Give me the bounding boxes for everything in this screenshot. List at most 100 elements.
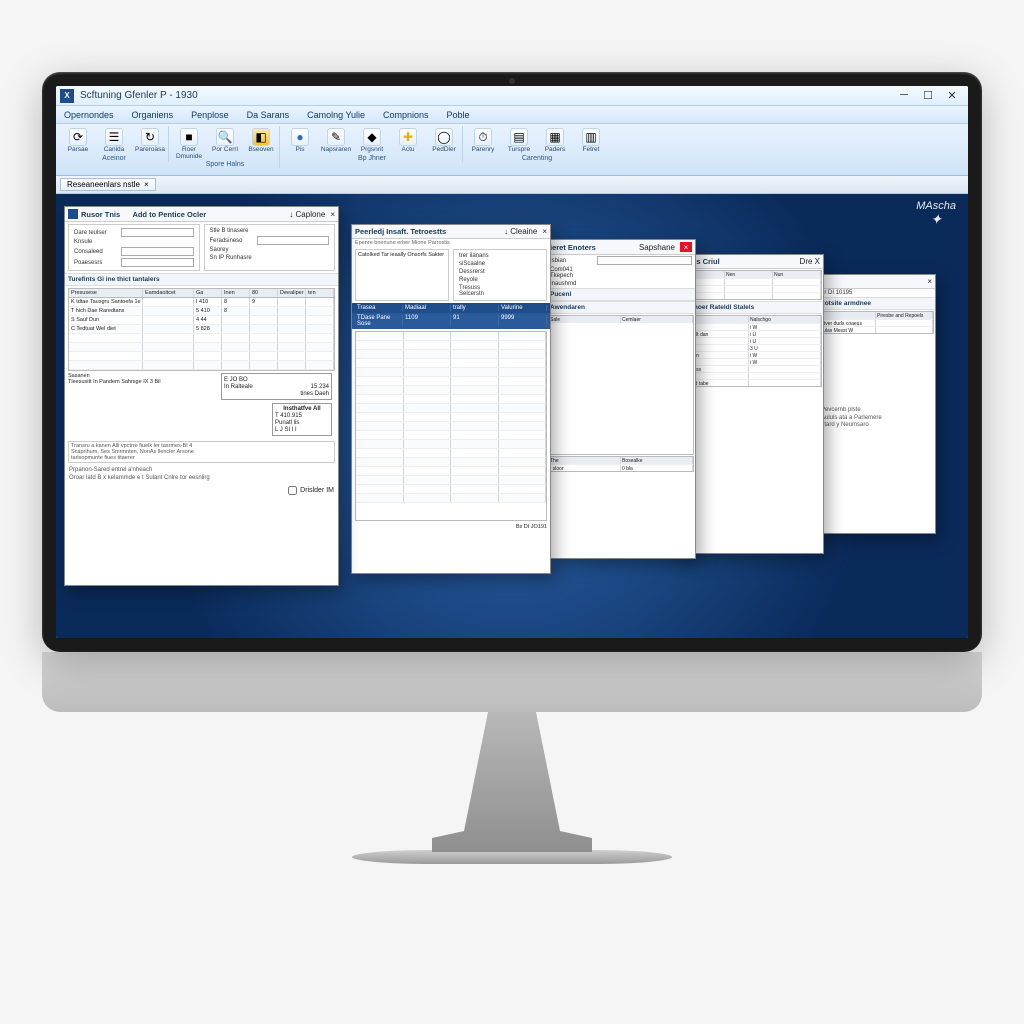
ribbon-group-label: Aceinor [102,155,126,162]
clock-icon: ⏱ [474,128,492,146]
footer-text: Prpanon-Sared entrel a'nheach Oroar latd… [65,465,338,484]
grid-icon: ▤ [510,128,528,146]
tab-close-icon[interactable]: × [144,180,149,189]
menu-item[interactable]: Camolng Yulie [307,110,365,120]
child-window-1[interactable]: Rusor Tnis Add to Pentice Ocler ↓ Caplon… [64,206,339,586]
child-caption: Dre X [800,257,820,266]
text-field[interactable] [257,236,330,245]
menu-item[interactable]: Organiens [132,110,174,120]
ribbon-group-4: ⏱Parenry ▤Turspre ▦Paders ▥Fetret Carent… [465,126,609,162]
data-table: HaNalschgo Nei W turlonualt dani U Ci U … [676,315,822,387]
ribbon-group-label: Carenting [522,155,552,162]
ribbon-group-2: ■Roer Dmunide 🔍Por Cerrl ◧Bseoven Spore … [171,126,280,168]
right-panel: trer ilanans siScaalne Dessrerst Reyole … [453,249,547,301]
section-title: Bne Inoer Rateldl Stalels [675,301,823,314]
diamond-icon: ◆ [363,128,381,146]
ribbon-group-label: Spore Halns [206,161,245,168]
ribbon-target-button[interactable]: ◆Prgsnrit [356,126,388,154]
close-button[interactable]: ✕ [946,89,958,102]
ribbon-edit-button[interactable]: ✎Napsraren [320,126,352,154]
child-window-5[interactable]: × Nr DI 10195 Rotsite armdnee Piresbe an… [816,274,936,534]
minimize-button[interactable]: ─ [898,89,910,102]
child-window-2[interactable]: Peerledj Insaft. Tetroestts↓ Cleaine× Ep… [351,224,551,574]
monitor-bezel: X Scftuning Gfenler P - 1930 ─ ☐ ✕ Opern… [42,72,982,652]
undo-icon: ↻ [141,128,159,146]
maximize-button[interactable]: ☐ [922,89,934,102]
circle-icon: ◯ [435,128,453,146]
line-items-grid[interactable]: Presusese Eamdaoitcet Ga Inen 80 Deealip… [68,288,335,371]
monitor-stand [432,712,592,852]
ribbon-circle-button[interactable]: ◯PedDler [428,126,460,154]
child-window-4[interactable]: Kapes CriulDre X SweNenNun TI3 EF Bne In… [674,254,824,554]
app-title: Scftuning Gfenler P - 1930 [80,90,886,101]
search-icon: 🔍 [216,128,234,146]
menubar: Opernondes Organiens Penplose Da Sarans … [56,106,968,124]
menu-item[interactable]: Opernondes [64,110,114,120]
ribbon-group-3: ●Pis ✎Napsraren ◆Prgsnrit ✚Actu ◯PedDler… [282,126,463,162]
child-window-3[interactable]: ieret EnotersSapshane× Isbian Com041 Tke… [546,239,696,559]
pencil-icon: ✎ [327,128,345,146]
refresh-icon: ⟳ [69,128,87,146]
text-field[interactable] [121,258,194,267]
child-close-button[interactable]: × [927,277,932,286]
table-header-2: TDase Pane Sose1109919999 [352,313,550,329]
list-icon: ☰ [105,128,123,146]
section-title: Rotsite armdnee [817,297,935,310]
menu-item[interactable]: Penplose [191,110,229,120]
monitor-foot [352,850,672,864]
summary-box: Insthatfve All T 410.915 Punatl lis L J … [272,403,332,436]
ribbon-group-label: Bp Jhner [358,155,386,162]
menu-item[interactable]: Da Sarans [247,110,290,120]
child-close-button[interactable]: × [680,242,692,252]
ribbon-tile-button[interactable]: ◧Bseoven [245,126,277,160]
ribbon-info-button[interactable]: ●Pis [284,126,316,154]
text-field[interactable] [597,256,692,265]
footer-text: Pevcernb plste Aululs ata a Parlemere ht… [817,405,935,432]
ribbon-undo-button[interactable]: ↻Pareroasa [134,126,166,154]
notes-area[interactable]: Transru a kanen Alli vpctrre fiuelk ler … [68,441,335,463]
ribbon-list-button[interactable]: ☰Canlda [98,126,130,154]
totals-panel: E JO BO In Ralteale15 234 tines Daeh [221,373,332,400]
table-header: TraseaMadiaaltrallyValurine [352,303,550,313]
section-title: Awendaren [547,301,695,314]
ribbon-group-1: ⟳Parsae ☰Canlda ↻Pareroasa Aceinor [60,126,169,162]
child-close-button[interactable]: × [330,210,335,219]
ribbon-grid-button[interactable]: ▤Turspre [503,126,535,154]
ribbon-clock-button[interactable]: ⏱Parenry [467,126,499,154]
text-field[interactable] [121,228,194,237]
app-logo-icon: X [60,89,74,103]
menu-item[interactable]: Compnions [383,110,429,120]
ribbon-rows-button[interactable]: ▥Fetret [575,126,607,154]
menu-item[interactable]: Poble [447,110,470,120]
plus-icon: ✚ [399,128,417,146]
footer-table: TheBosealke I sloor0 bla [548,456,694,472]
ribbon-refresh-button[interactable]: ⟳Parsae [62,126,94,154]
titlebar: X Scftuning Gfenler P - 1930 ─ ☐ ✕ [56,86,968,106]
child-close-button[interactable]: × [542,227,547,236]
child-caption: Sapshane [639,243,675,252]
footer-value: Bs DI JO191 [352,523,550,531]
ribbon-search-button[interactable]: 🔍Por Cerrl [209,126,241,160]
child-caption: ↓ Cleaine [504,227,537,236]
mini-table: SweNenNun TI3 EF [676,270,822,300]
child-caption: ↓ Caplone [289,210,325,219]
ledger-grid[interactable] [355,331,547,521]
ribbon-report-button[interactable]: ■Roer Dmunide [173,126,205,160]
workspace: MAscha✦ × Nr DI 10195 Rotsite armdnee Pi… [56,194,968,638]
section-title: Pucenl [547,288,695,301]
section-title: Turefints Gi ine thict tantalers [65,273,338,286]
text-field[interactable] [121,247,194,256]
tile-icon: ◧ [252,128,270,146]
document-icon: ■ [180,128,198,146]
info-icon: ● [291,128,309,146]
subtitle: Epenre bneriune erber Mione Parrostis [352,239,550,247]
ribbon-columns-button[interactable]: ▦Paders [539,126,571,154]
document-tab[interactable]: Reseaneenlars nstle × [60,178,156,191]
table: SaleCemlaer [548,315,694,455]
form-icon [68,209,78,219]
ribbon-add-button[interactable]: ✚Actu [392,126,424,154]
brand-watermark: MAscha✦ [916,200,956,227]
display-checkbox[interactable] [288,486,297,495]
document-tab-bar: Reseaneenlars nstle × [56,176,968,194]
window-controls: ─ ☐ ✕ [892,89,964,102]
